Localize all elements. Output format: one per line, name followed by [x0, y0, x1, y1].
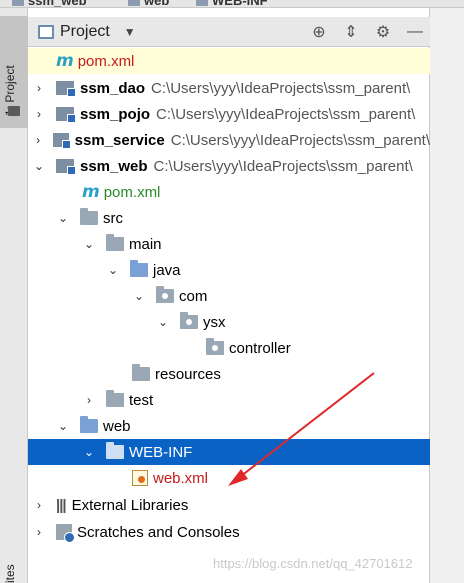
chevron-down-icon[interactable]: ⌄: [56, 419, 70, 433]
module-icon: [56, 107, 76, 123]
gear-icon[interactable]: ⚙: [374, 22, 392, 42]
collapse-icon[interactable]: ⇕: [342, 22, 360, 42]
project-panel: Project ▼ ⊕ ⇕ ⚙ — m pom.xml › ssm_dao C:…: [28, 8, 430, 583]
tree-item-external-libraries[interactable]: › ||| External Libraries: [28, 492, 430, 518]
chevron-down-icon[interactable]: ⌄: [82, 445, 96, 459]
tree-item-web-xml[interactable]: web.xml: [28, 465, 430, 491]
tree-item-ssm-web[interactable]: ⌄ ssm_web C:\Users\yyy\IdeaProjects\ssm_…: [28, 153, 430, 179]
package-icon: [180, 312, 198, 329]
module-icon: [52, 133, 71, 149]
chevron-down-icon[interactable]: ⌄: [156, 315, 170, 329]
chevron-down-icon[interactable]: ⌄: [82, 237, 96, 251]
module-icon: [56, 81, 76, 97]
module-icon: [12, 0, 24, 6]
chevron-down-icon[interactable]: ⌄: [32, 159, 46, 173]
chevron-right-icon[interactable]: ›: [32, 133, 44, 147]
tree-item-web[interactable]: ⌄ web: [28, 413, 430, 439]
chevron-right-icon[interactable]: ›: [82, 393, 96, 407]
project-view-selector[interactable]: Project ▼: [38, 23, 136, 41]
favorites-tool-tab[interactable]: ites: [3, 564, 17, 583]
web-folder-icon: [80, 416, 98, 433]
folder-icon: [80, 208, 98, 225]
xml-icon: [132, 470, 148, 486]
breadcrumb-item[interactable]: WEB-INF: [196, 0, 268, 7]
folder-icon: [128, 0, 140, 6]
tree-item-main[interactable]: ⌄ main: [28, 231, 430, 257]
tree-item-label: test: [129, 391, 154, 409]
package-icon: [156, 286, 174, 303]
module-icon: [56, 159, 76, 175]
tree-item-label: controller: [229, 339, 291, 357]
chevron-down-icon[interactable]: ⌄: [132, 289, 146, 303]
folder-icon: [106, 234, 124, 251]
tool-window-strip: 1: Project ites: [0, 8, 28, 583]
tree-item-label: ysx: [203, 313, 226, 331]
watermark: https://blog.csdn.net/qq_42701612: [213, 556, 413, 571]
tree-item-test[interactable]: › test: [28, 387, 430, 413]
folder-icon: [106, 390, 124, 407]
breadcrumb-item[interactable]: ssm_web: [12, 0, 87, 7]
chevron-right-icon[interactable]: ›: [32, 81, 46, 95]
chevron-right-icon[interactable]: ›: [32, 498, 46, 512]
chevron-right-icon[interactable]: ›: [32, 107, 46, 121]
folder-icon: [106, 442, 124, 459]
source-folder-icon: [130, 260, 148, 277]
maven-icon: m: [56, 51, 74, 71]
tree-item-scratches[interactable]: › Scratches and Consoles: [28, 519, 430, 545]
libraries-icon: |||: [56, 496, 67, 514]
panel-title: Project: [60, 22, 110, 40]
tree-item-ysx[interactable]: ⌄ ysx: [28, 309, 430, 335]
breadcrumb-item[interactable]: web: [128, 0, 169, 7]
tool-tab-label: : Project: [3, 65, 17, 110]
tree-item-ssm-pojo[interactable]: › ssm_pojo C:\Users\yyy\IdeaProjects\ssm…: [28, 101, 430, 127]
tree-item-web-inf[interactable]: ⌄ WEB-INF: [28, 439, 430, 465]
folder-icon: [196, 0, 208, 6]
tree-item-label: com: [179, 287, 208, 305]
tree-item-label: src: [103, 209, 123, 227]
tree-item-label: ssm_web: [80, 157, 148, 175]
tree-item-label: WEB-INF: [129, 443, 193, 461]
locate-icon[interactable]: ⊕: [310, 22, 328, 42]
tree-item-label: ssm_pojo: [80, 105, 151, 123]
project-tool-tab[interactable]: 1: Project: [0, 16, 28, 128]
tree-item-label: pom.xml: [77, 52, 135, 70]
maven-icon: m: [82, 182, 100, 202]
tree-item-label: External Libraries: [71, 496, 189, 514]
tree-item-controller[interactable]: controller: [28, 335, 430, 361]
tree-item-com[interactable]: ⌄ com: [28, 283, 430, 309]
dropdown-icon[interactable]: ▼: [124, 25, 136, 39]
resources-folder-icon: [132, 364, 150, 381]
tree-item-label: java: [153, 261, 181, 279]
project-panel-header: Project ▼ ⊕ ⇕ ⚙ —: [28, 17, 430, 47]
hide-icon[interactable]: —: [406, 23, 424, 41]
tree-item-label: pom.xml: [103, 183, 161, 201]
tree-item-src[interactable]: ⌄ src: [28, 205, 430, 231]
tree-item-ssm-dao[interactable]: › ssm_dao C:\Users\yyy\IdeaProjects\ssm_…: [28, 75, 430, 101]
tree-item-label: ssm_service: [74, 131, 165, 149]
breadcrumb: ssm_web web WEB-INF: [0, 0, 464, 8]
chevron-down-icon[interactable]: ⌄: [106, 263, 120, 277]
tree-item-label: web: [103, 417, 131, 435]
tree-item-java[interactable]: ⌄ java: [28, 257, 430, 283]
tree-item-label: web.xml: [153, 469, 209, 487]
tree-item-label: resources: [155, 365, 221, 383]
module-path: C:\Users\yyy\IdeaProjects\ssm_parent\: [156, 105, 416, 123]
module-path: C:\Users\yyy\IdeaProjects\ssm_parent\: [153, 157, 413, 175]
tree-item-resources[interactable]: resources: [28, 361, 430, 387]
module-path: C:\Users\yyy\IdeaProjects\ssm_parent\: [151, 79, 411, 97]
folder-icon: [8, 106, 20, 116]
tree-item-label: ssm_dao: [80, 79, 146, 97]
editor-background: [430, 8, 464, 583]
chevron-down-icon[interactable]: ⌄: [56, 211, 70, 225]
package-icon: [206, 338, 224, 355]
chevron-right-icon[interactable]: ›: [32, 525, 46, 539]
tree-item-label: Scratches and Consoles: [77, 523, 240, 541]
tree-item-web-pom[interactable]: m pom.xml: [28, 179, 430, 205]
project-icon: [38, 24, 54, 39]
tree-item-root-pom[interactable]: m pom.xml: [28, 48, 430, 74]
module-path: C:\Users\yyy\IdeaProjects\ssm_parent\: [170, 131, 430, 149]
scratches-icon: [56, 524, 75, 543]
tree-item-label: main: [129, 235, 162, 253]
tree-item-ssm-service[interactable]: › ssm_service C:\Users\yyy\IdeaProjects\…: [28, 127, 430, 153]
